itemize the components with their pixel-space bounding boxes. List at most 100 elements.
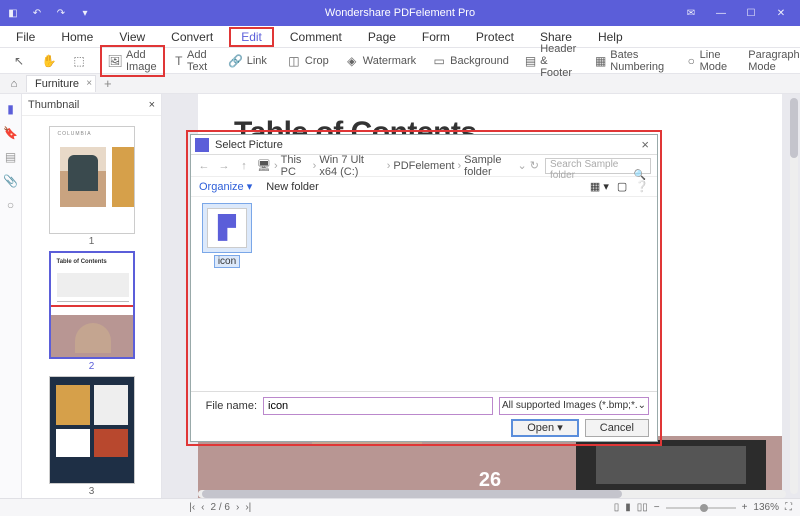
watermark-icon: ◈ — [345, 54, 359, 68]
close-icon[interactable]: ✕ — [766, 0, 796, 26]
add-text-button[interactable]: TAdd Text — [169, 47, 219, 75]
edit-toolbar: ↖ ✋ ⬚ 🖼 Add Image TAdd Text 🔗Link ◫Crop ◈… — [0, 48, 800, 74]
menu-help[interactable]: Help — [588, 27, 633, 47]
side-tool-strip: ▮ 🔖 ▤ 📎 ○ — [0, 94, 22, 498]
view-layout-icon[interactable]: ▦ ▾ — [590, 180, 609, 193]
line-mode-toggle[interactable]: ○Line Mode — [681, 47, 739, 75]
cancel-button[interactable]: Cancel — [585, 419, 649, 437]
view-single-icon[interactable]: ▯ — [614, 502, 620, 513]
menu-file[interactable]: File — [6, 27, 45, 47]
home-tab-icon[interactable]: ⌂ — [6, 76, 22, 92]
zoom-slider[interactable] — [666, 507, 736, 509]
first-page-icon[interactable]: |‹ — [189, 502, 195, 513]
titlebar: ◧ ↶ ↷ ▾ Wondershare PDFelement Pro ✉ — ☐… — [0, 0, 800, 26]
view-file-icon[interactable]: ▢ — [617, 180, 627, 193]
cursor-icon: ↖ — [12, 54, 26, 68]
app-logo-icon: ◧ — [6, 6, 20, 20]
search-panel-icon[interactable]: ○ — [4, 198, 18, 212]
crop-button[interactable]: ◫Crop — [281, 52, 335, 70]
annotation-panel-icon[interactable]: ▤ — [4, 150, 18, 164]
watermark-button[interactable]: ◈Watermark — [339, 52, 422, 70]
background-icon: ▭ — [432, 54, 446, 68]
help-icon[interactable]: ❔ — [635, 180, 649, 193]
thumbnail-panel: Thumbnail × COLUMBIA 1 Table of Contents… — [22, 94, 162, 498]
dialog-footer: File name: All supported Images (*.bmp;*… — [191, 391, 657, 441]
new-folder-button[interactable]: New folder — [266, 181, 319, 193]
filename-label: File name: — [199, 400, 257, 412]
background-button[interactable]: ▭Background — [426, 52, 515, 70]
breadcrumb[interactable]: 🖥 ›This PC ›Win 7 Ult x64 (C:) ›PDFeleme… — [257, 154, 539, 178]
open-button[interactable]: Open ▾ — [511, 419, 579, 437]
thumbnail-page-3[interactable] — [49, 376, 135, 484]
dialog-close-icon[interactable]: × — [637, 137, 653, 152]
filetype-select[interactable]: All supported Images (*.bmp;*.⌄ — [499, 397, 649, 415]
document-tab[interactable]: Furniture × — [26, 75, 96, 92]
fullscreen-icon[interactable]: ⛶ — [785, 502, 792, 513]
attachment-panel-icon[interactable]: 📎 — [4, 174, 18, 188]
mail-icon[interactable]: ✉ — [676, 0, 706, 26]
vertical-scrollbar-thumb[interactable] — [790, 98, 798, 158]
file-list[interactable]: ▛ icon — [191, 197, 657, 391]
nav-fwd-icon[interactable]: → — [217, 160, 231, 172]
image-icon: 🖼 — [108, 54, 122, 68]
menu-edit[interactable]: Edit — [229, 27, 274, 47]
view-two-icon[interactable]: ▯▯ — [637, 502, 648, 513]
filename-input[interactable] — [263, 397, 493, 415]
redo-icon[interactable]: ↷ — [54, 6, 68, 20]
zoom-value[interactable]: 136% — [753, 502, 779, 513]
radio-off-icon: ○ — [687, 54, 696, 68]
menu-convert[interactable]: Convert — [161, 27, 223, 47]
paragraph-mode-toggle[interactable]: Paragraph Mode — [742, 47, 800, 75]
add-tab-icon[interactable]: + — [96, 76, 120, 91]
add-image-button[interactable]: 🖼 Add Image — [100, 45, 165, 77]
select-picture-dialog: Select Picture × ← → ↑ 🖥 ›This PC ›Win 7… — [190, 134, 658, 442]
panel-close-icon[interactable]: × — [149, 99, 155, 111]
zoom-in-icon[interactable]: + — [742, 502, 748, 513]
pdf-icon: ▛ — [219, 215, 236, 241]
select-tool[interactable]: ↖ — [6, 52, 32, 70]
search-input[interactable]: Search Sample folder 🔍 — [545, 158, 651, 174]
minimize-icon[interactable]: — — [706, 0, 736, 26]
menu-form[interactable]: Form — [412, 27, 460, 47]
horizontal-scrollbar-thumb[interactable] — [202, 490, 622, 498]
thumbnail-page-1[interactable]: COLUMBIA — [49, 126, 135, 234]
bates-icon: ▦ — [595, 54, 606, 68]
menu-protect[interactable]: Protect — [466, 27, 524, 47]
link-button[interactable]: 🔗Link — [223, 52, 273, 70]
dialog-toolbar: Organize ▾ New folder ▦ ▾ ▢ ❔ — [191, 177, 657, 197]
dialog-nav: ← → ↑ 🖥 ›This PC ›Win 7 Ult x64 (C:) ›PD… — [191, 155, 657, 177]
nav-back-icon[interactable]: ← — [197, 160, 211, 172]
save-icon[interactable]: ▾ — [78, 6, 92, 20]
tab-close-icon[interactable]: × — [86, 78, 92, 89]
dialog-title: Select Picture — [215, 139, 283, 151]
menu-view[interactable]: View — [109, 27, 155, 47]
bookmark-panel-icon[interactable]: 🔖 — [4, 126, 18, 140]
link-icon: 🔗 — [229, 54, 243, 68]
thumbnail-page-2[interactable]: Table of Contents — [49, 251, 135, 359]
dialog-app-icon — [195, 138, 209, 152]
menu-page[interactable]: Page — [358, 27, 406, 47]
file-item-icon[interactable]: ▛ icon — [197, 203, 257, 268]
text-icon: T — [175, 54, 183, 68]
hand-icon: ✋ — [42, 54, 56, 68]
view-cont-icon[interactable]: ▮ — [625, 502, 631, 513]
maximize-icon[interactable]: ☐ — [736, 0, 766, 26]
page-indicator[interactable]: 2 / 6 — [211, 502, 230, 513]
nav-up-icon[interactable]: ↑ — [237, 160, 251, 172]
thumbnail-panel-icon[interactable]: ▮ — [4, 102, 18, 116]
next-page-icon[interactable]: › — [236, 502, 239, 513]
add-image-label: Add Image — [126, 49, 157, 73]
bates-button[interactable]: ▦Bates Numbering — [589, 47, 673, 75]
edit-object-tool[interactable]: ⬚ — [66, 52, 92, 70]
menu-comment[interactable]: Comment — [280, 27, 352, 47]
header-footer-button[interactable]: ▤Header & Footer — [519, 41, 585, 81]
undo-icon[interactable]: ↶ — [30, 6, 44, 20]
last-page-icon[interactable]: ›| — [245, 502, 251, 513]
annotation-highlight — [51, 305, 133, 307]
organize-menu[interactable]: Organize ▾ — [199, 180, 252, 193]
zoom-out-icon[interactable]: − — [654, 502, 660, 513]
menu-home[interactable]: Home — [51, 27, 103, 47]
select-picture-highlight: Select Picture × ← → ↑ 🖥 ›This PC ›Win 7… — [186, 130, 662, 446]
prev-page-icon[interactable]: ‹ — [201, 502, 204, 513]
hand-tool[interactable]: ✋ — [36, 52, 62, 70]
